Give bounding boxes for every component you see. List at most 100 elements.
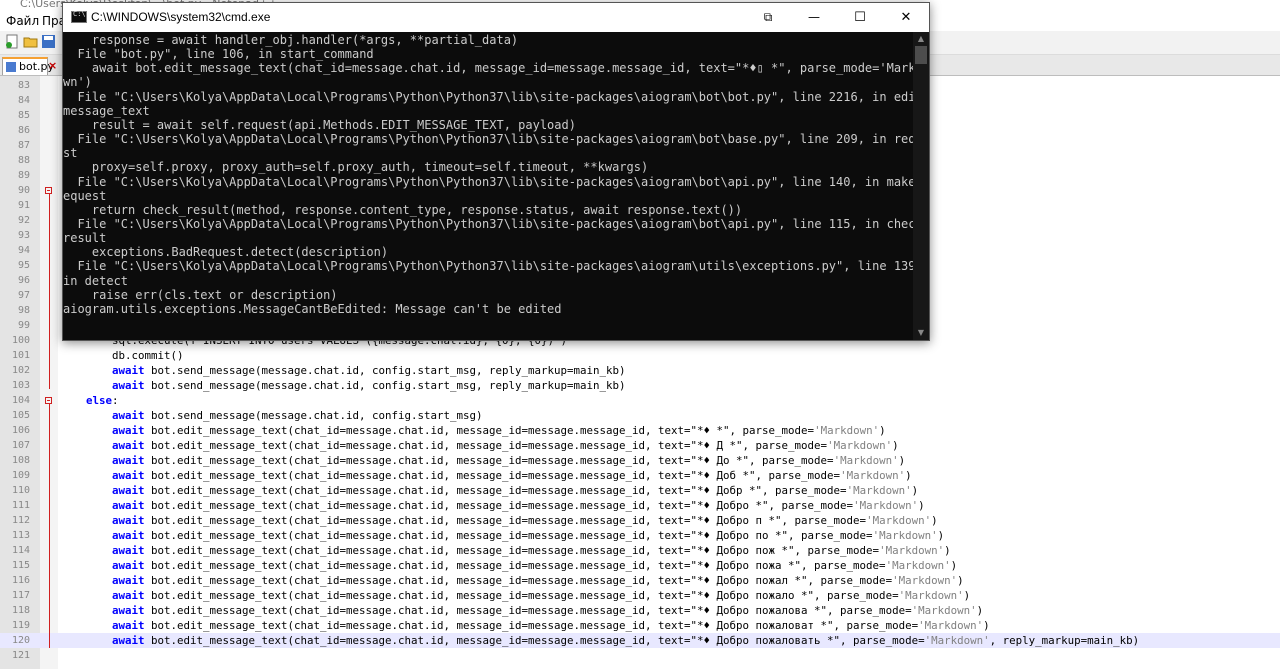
code-line[interactable]: 116 await bot.edit_message_text(chat_id=… [0,573,1280,588]
menu-file[interactable]: Файл [6,14,39,28]
code-line[interactable]: 114 await bot.edit_message_text(chat_id=… [0,543,1280,558]
line-number: 90 [17,185,30,196]
line-code-text: await bot.edit_message_text(chat_id=mess… [112,439,899,452]
code-line[interactable]: 117 await bot.edit_message_text(chat_id=… [0,588,1280,603]
open-file-icon[interactable] [23,34,38,49]
scroll-up-icon[interactable]: ▲ [913,32,929,46]
line-number: 100 [11,335,30,346]
line-number: 96 [17,275,30,286]
line-number: 111 [11,500,30,511]
console-line: File "C:\Users\Kolya\AppData\Local\Progr… [63,132,913,147]
console-line: exceptions.BadRequest.detect(description… [63,245,389,260]
window-layout-icon[interactable]: ⧉ [745,3,791,32]
code-line[interactable]: 101 db.commit() [0,348,1280,363]
line-number: 110 [11,485,30,496]
fold-toggle-icon[interactable] [45,397,52,404]
maximize-button[interactable]: ☐ [837,3,883,32]
line-number: 102 [11,365,30,376]
new-file-icon[interactable] [5,34,20,49]
console-line: await bot.edit_message_text(chat_id=mess… [63,61,913,76]
console-line: File "bot.py", line 106, in start_comman… [63,47,374,62]
fold-guide [49,194,50,389]
line-number: 117 [11,590,30,601]
python-file-icon [6,62,16,72]
line-number: 116 [11,575,30,586]
fold-toggle-icon[interactable] [45,187,52,194]
line-number: 103 [11,380,30,391]
console-line: equest [63,188,107,203]
code-line[interactable]: 121 [0,648,1280,663]
code-line[interactable]: 119 await bot.edit_message_text(chat_id=… [0,618,1280,633]
code-line[interactable]: 107 await bot.edit_message_text(chat_id=… [0,438,1280,453]
close-button[interactable]: ✕ [883,3,929,32]
line-number: 85 [17,110,30,121]
console-line: result [63,231,107,246]
line-number: 112 [11,515,30,526]
console-line: aiogram.utils.exceptions.MessageCantBeEd… [63,301,562,316]
code-line[interactable]: 109 await bot.edit_message_text(chat_id=… [0,468,1280,483]
line-code-text: else: [86,394,119,407]
line-number: 120 [11,635,30,646]
code-line[interactable]: 105 await bot.send_message(message.chat.… [0,408,1280,423]
console-line: response = await handler_obj.handler(*ar… [63,33,519,47]
minimize-button[interactable]: — [791,3,837,32]
save-icon[interactable] [41,34,56,49]
line-number: 121 [11,650,30,661]
console-icon [71,10,87,23]
code-line[interactable]: 102 await bot.send_message(message.chat.… [0,363,1280,378]
line-number: 94 [17,245,30,256]
code-line[interactable]: 112 await bot.edit_message_text(chat_id=… [0,513,1280,528]
line-number: 118 [11,605,30,616]
line-number: 92 [17,215,30,226]
line-number: 107 [11,440,30,451]
code-line[interactable]: 111 await bot.edit_message_text(chat_id=… [0,498,1280,513]
line-number: 89 [17,170,30,181]
line-number: 86 [17,125,30,136]
line-code-text: await bot.send_message(message.chat.id, … [112,409,483,422]
console-line: st [63,146,78,161]
console-line: File "C:\Users\Kolya\AppData\Local\Progr… [63,174,913,189]
code-line[interactable]: 108 await bot.edit_message_text(chat_id=… [0,453,1280,468]
console-line: message_text [63,103,150,118]
code-line[interactable]: 110 await bot.edit_message_text(chat_id=… [0,483,1280,498]
line-code-text: await bot.edit_message_text(chat_id=mess… [112,544,951,557]
line-number: 84 [17,95,30,106]
console-line: wn') [63,75,92,90]
line-code-text: await bot.edit_message_text(chat_id=mess… [112,424,886,437]
console-line: File "C:\Users\Kolya\AppData\Local\Progr… [63,89,913,104]
line-number: 99 [17,320,30,331]
line-number: 115 [11,560,30,571]
code-line[interactable]: 118 await bot.edit_message_text(chat_id=… [0,603,1280,618]
tab-close-icon[interactable]: × [48,59,57,72]
scroll-thumb[interactable] [915,46,927,64]
line-code-text: await bot.edit_message_text(chat_id=mess… [112,634,1140,647]
code-line[interactable]: 115 await bot.edit_message_text(chat_id=… [0,558,1280,573]
line-code-text: await bot.edit_message_text(chat_id=mess… [112,619,990,632]
line-number: 109 [11,470,30,481]
console-line: proxy=self.proxy, proxy_auth=self.proxy_… [63,160,649,175]
console-line: File "C:\Users\Kolya\AppData\Local\Progr… [63,259,913,274]
line-code-text: await bot.edit_message_text(chat_id=mess… [112,589,971,602]
code-line[interactable]: 103 await bot.send_message(message.chat.… [0,378,1280,393]
scroll-down-icon[interactable]: ▼ [913,326,929,340]
line-code-text: await bot.edit_message_text(chat_id=mess… [112,454,906,467]
line-code-text: await bot.edit_message_text(chat_id=mess… [112,469,912,482]
code-line[interactable]: 113 await bot.edit_message_text(chat_id=… [0,528,1280,543]
line-number: 88 [17,155,30,166]
code-line[interactable]: 120 await bot.edit_message_text(chat_id=… [0,633,1280,648]
line-code-text: await bot.edit_message_text(chat_id=mess… [112,574,964,587]
tab-bot-py[interactable]: bot.py [2,57,54,75]
console-line: result = await self.request(api.Methods.… [63,117,576,132]
line-number: 104 [11,395,30,406]
line-number: 114 [11,545,30,556]
line-number: 98 [17,305,30,316]
console-scrollbar[interactable]: ▲ ▼ [913,32,929,340]
cmd-titlebar[interactable]: C:\WINDOWS\system32\cmd.exe ⧉ — ☐ ✕ [63,3,929,32]
code-line[interactable]: 104 else: [0,393,1280,408]
code-line[interactable]: 106 await bot.edit_message_text(chat_id=… [0,423,1280,438]
console-output[interactable]: response = await handler_obj.handler(*ar… [63,32,913,340]
line-number: 119 [11,620,30,631]
cmd-window: C:\WINDOWS\system32\cmd.exe ⧉ — ☐ ✕ resp… [62,2,930,341]
line-number: 105 [11,410,30,421]
console-line: File "C:\Users\Kolya\AppData\Local\Progr… [63,216,913,231]
